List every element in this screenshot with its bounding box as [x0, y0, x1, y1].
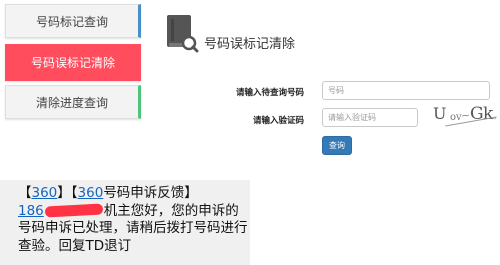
sidebar-item-mark-query[interactable]: 号码标记查询 [5, 4, 141, 38]
sidebar-item-mark-clear[interactable]: 号码误标记清除 [5, 44, 141, 81]
captcha-char: k [483, 104, 494, 124]
sms-line: 【360】【360号码申诉反馈】 [18, 185, 250, 203]
sms-message: 【360】【360号码申诉反馈】 186 机主您好，您的申诉的 号码申诉已处理，请… [0, 180, 250, 265]
phone-number-link[interactable]: 186 [18, 203, 44, 219]
phone-label: 请输入待查询号码 [235, 88, 304, 98]
sms-text: 机主您好，您的申诉的 [103, 202, 239, 219]
page-title: 号码误标记清除 [204, 37, 296, 52]
sidebar-item-label: 号码标记查询 [35, 14, 108, 29]
sidebar-item-label: 号码误标记清除 [30, 56, 115, 70]
sms-link[interactable]: 360 [32, 185, 58, 201]
phone-input[interactable] [322, 81, 490, 100]
captcha-input[interactable] [322, 108, 418, 127]
redaction-mark [44, 203, 104, 218]
sms-text: 【 [18, 185, 32, 201]
sidebar-item-label: 清除进度查询 [35, 95, 108, 110]
sidebar-item-progress-query[interactable]: 清除进度查询 [5, 85, 141, 119]
sms-line: 查验。回复TD退订 [18, 237, 132, 254]
sms-line: 号码申诉已处理，请稍后拨打号码进行 [18, 220, 248, 236]
sms-link[interactable]: 360 [78, 185, 104, 201]
query-button-label: 查询 [329, 141, 345, 150]
sms-text: 】【 [57, 185, 78, 201]
sms-text: 号码申诉反馈】 [103, 185, 198, 201]
captcha-char: U [433, 104, 447, 123]
query-button[interactable]: 查询 [322, 136, 352, 155]
book-search-icon [167, 15, 199, 53]
captcha-image[interactable]: U ov ~ G k , [433, 103, 498, 127]
captcha-label: 请输入验证码 [252, 116, 304, 126]
sms-line: 186 机主您好，您的申诉的 [18, 203, 250, 221]
